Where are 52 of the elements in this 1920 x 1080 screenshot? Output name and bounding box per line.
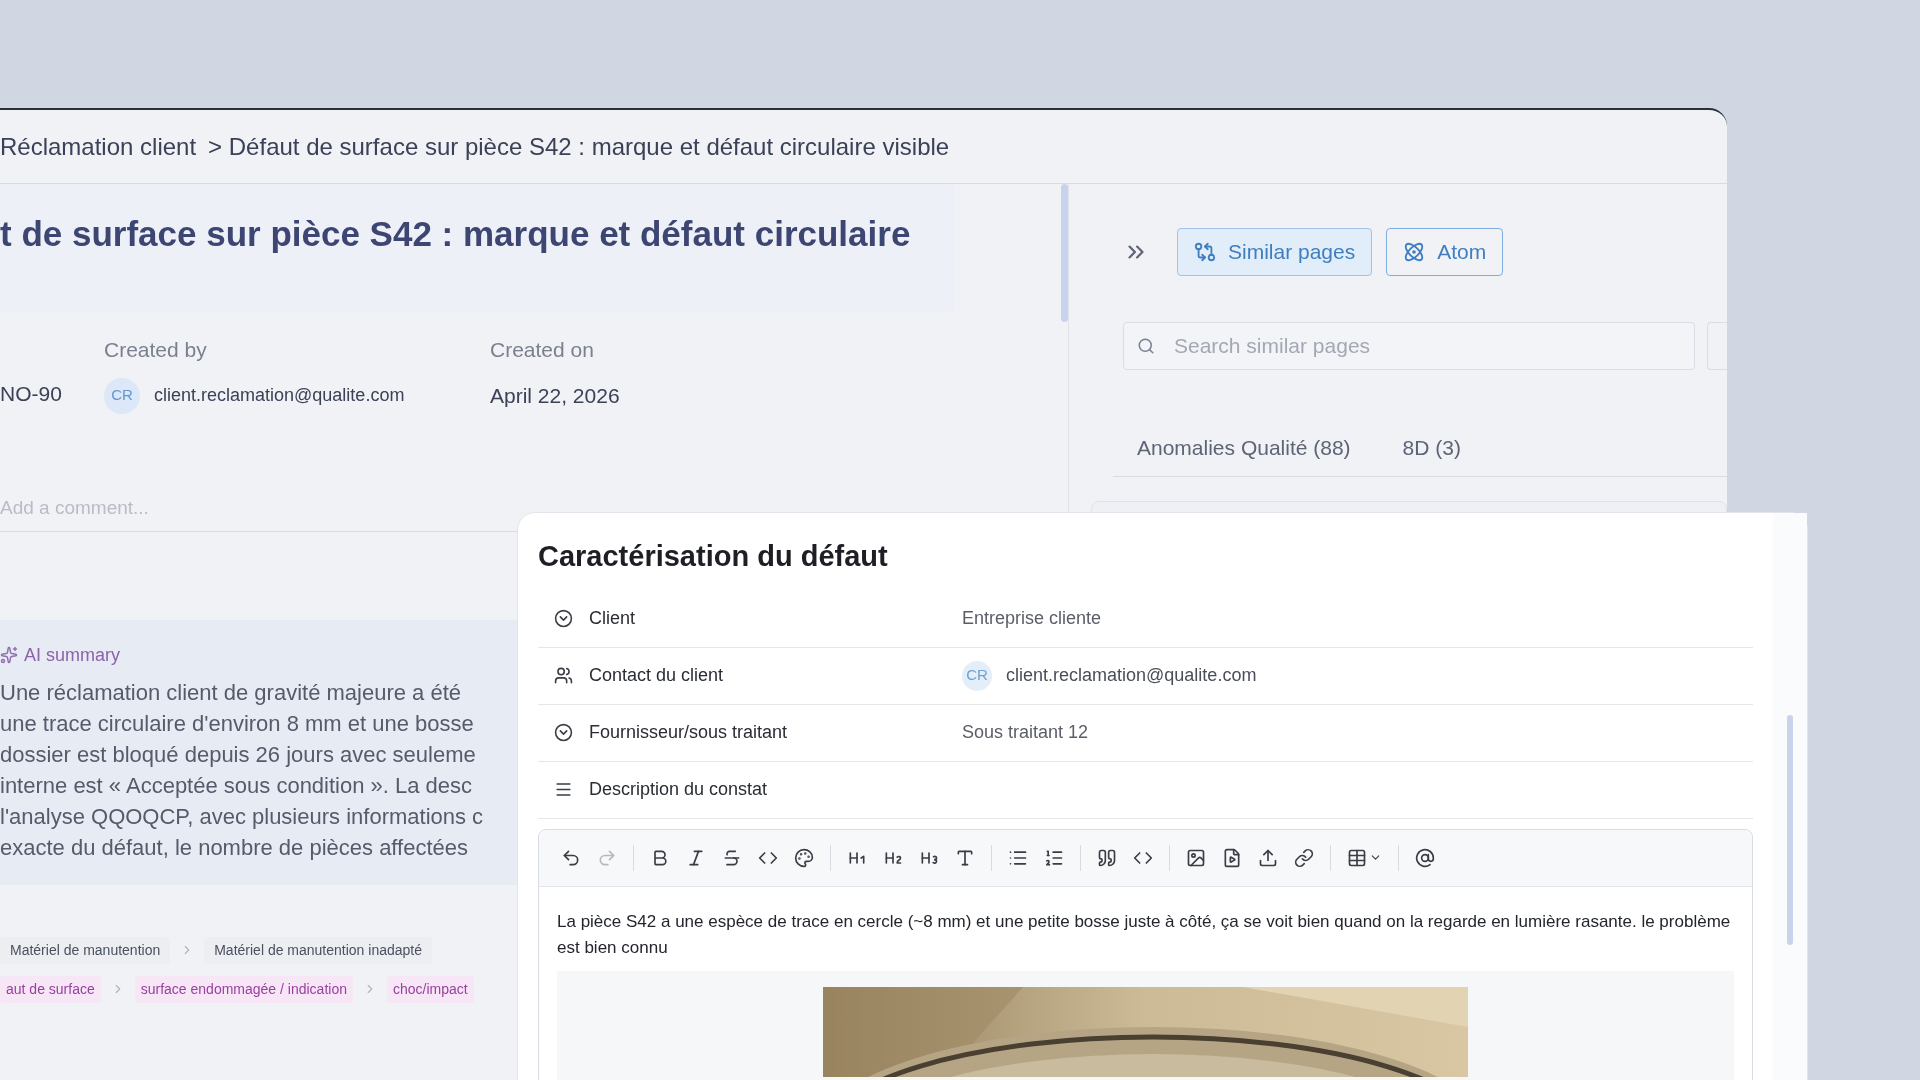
panel-button[interactable]: Atom (1386, 228, 1504, 276)
creator-email[interactable]: client.reclamation@qualite.com (154, 382, 405, 409)
field-label: Client (589, 607, 636, 630)
undo-icon (561, 847, 581, 868)
table-icon (1347, 847, 1367, 868)
created-date: April 22, 2026 (490, 382, 620, 409)
at-sign-icon (1415, 847, 1435, 868)
search-icon (1137, 337, 1155, 355)
breadcrumb-item[interactable]: Réclamation client (0, 128, 197, 165)
image-icon (1186, 847, 1206, 868)
search-field[interactable]: Search similar pages (1123, 322, 1695, 370)
quote-icon (1097, 847, 1117, 868)
tag[interactable]: choc/impact (386, 975, 474, 1003)
summary-label: AI summary (24, 643, 120, 667)
users-icon (554, 666, 573, 685)
description-text: La pièce S42 a une espèce de trace en cercle (~8 mm) et une petite bosse juste à côté, ça se voit bien quand on la regarde en lumière rasante. le problème est bien connu (557, 910, 1732, 959)
panel-button[interactable]: Similar pages (1177, 228, 1373, 276)
italic-icon (686, 847, 706, 868)
avatar: CR (104, 377, 140, 414)
avatar: CR (962, 660, 992, 691)
sparkle-icon (0, 646, 18, 664)
scrollbar[interactable] (1061, 184, 1068, 322)
tab[interactable]: 8D (3) (1402, 432, 1461, 464)
atom-icon (1403, 241, 1426, 263)
link-icon (1294, 847, 1314, 868)
palette-icon (794, 847, 814, 868)
redo-icon (597, 847, 617, 868)
tag[interactable]: surface endommagée / indication (134, 975, 353, 1003)
field-label: Fournisseur/sous traitant (589, 721, 788, 744)
tag[interactable]: Matériel de manutention inadapté (204, 936, 432, 964)
field-value[interactable]: Sous traitant 12 (958, 719, 1089, 746)
tag[interactable]: Matériel de manutention (0, 936, 171, 964)
field-label: Description du constat (589, 778, 768, 801)
dialog-title: Caractérisation du défaut (538, 539, 889, 574)
scrollbar[interactable] (1787, 715, 1793, 945)
lines-icon (554, 780, 573, 799)
record-id: NO-90 (0, 382, 62, 405)
field-label: Contact du client (589, 664, 724, 687)
tab[interactable]: Anomalies Qualité (88) (1137, 432, 1351, 464)
field-value[interactable]: client.reclamation@qualite.com (1006, 662, 1257, 689)
compare-icon (1194, 241, 1216, 263)
dropdown-icon (554, 723, 573, 742)
field-label: Created on (490, 337, 595, 363)
breadcrumb-item[interactable]: > Défaut de surface sur pièce S42 : marque et défaut circulaire visible (208, 128, 950, 165)
page-title: t de surface sur pièce S42 : marque et défaut circulaire (0, 213, 912, 255)
field-value[interactable]: Entreprise cliente (958, 605, 1102, 632)
tag[interactable]: aut de surface (0, 975, 101, 1003)
summary-text: Une réclamation client de gravité majeure a été une trace circulaire d'environ 8 mm et une bosse dossier est bloqué depuis 26 jours avec seuleme interne est « Acceptée sous condition ». La desc l'analyse QQOQCP, avec plusieurs informations c exacte du défaut, le nombre de pièces affectées (0, 678, 485, 862)
file-icon (1222, 847, 1242, 868)
dropdown-icon (554, 609, 573, 628)
upload-icon (1258, 847, 1278, 868)
field-label: Created by (104, 337, 208, 363)
